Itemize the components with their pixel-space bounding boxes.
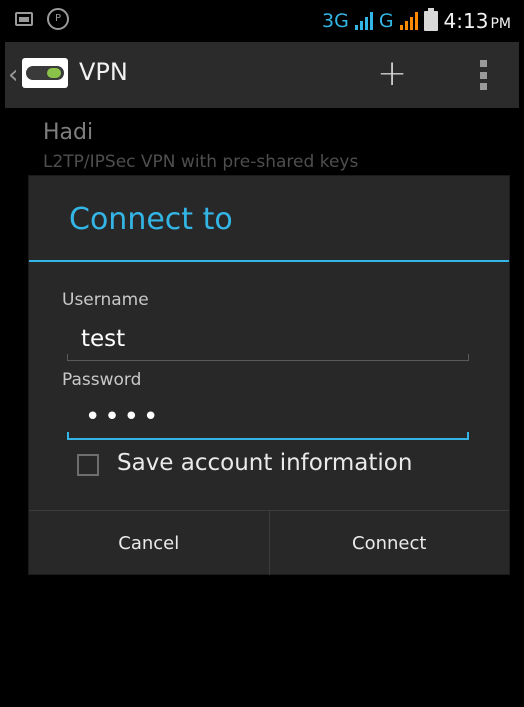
cancel-button[interactable]: Cancel bbox=[29, 511, 269, 575]
p-circle-icon: P bbox=[47, 8, 69, 30]
password-field[interactable]: •••• bbox=[67, 402, 469, 440]
username-label: Username bbox=[62, 290, 149, 310]
add-icon[interactable]: + bbox=[377, 56, 407, 92]
action-bar: ‹ VPN + bbox=[5, 42, 519, 108]
connect-dialog: Connect to Username test Password •••• S… bbox=[29, 176, 509, 575]
connect-button[interactable]: Connect bbox=[268, 511, 510, 575]
save-account-label[interactable]: Save account information bbox=[117, 450, 412, 476]
action-bar-title: VPN bbox=[79, 58, 128, 86]
back-caret-icon[interactable]: ‹ bbox=[8, 60, 18, 90]
clock-ampm: PM bbox=[490, 16, 511, 32]
password-label: Password bbox=[62, 370, 142, 390]
signal-bars-icon bbox=[399, 12, 418, 30]
username-value: test bbox=[81, 326, 126, 352]
status-right-cluster: 3G G 4:13 PM bbox=[322, 6, 511, 36]
image-notification-icon bbox=[15, 12, 33, 26]
save-account-checkbox[interactable] bbox=[77, 454, 99, 476]
network-type-g: G bbox=[378, 10, 394, 32]
dialog-title: Connect to bbox=[69, 202, 233, 237]
phone-screen: P 3G G 4:13 PM ‹ VPN + Hadi L2TP/IPSec VP… bbox=[5, 0, 519, 707]
overflow-menu-icon[interactable] bbox=[480, 60, 488, 90]
clock-time: 4:13 bbox=[443, 9, 489, 33]
status-bar: P 3G G 4:13 PM bbox=[5, 0, 519, 42]
vpn-toggle-icon[interactable] bbox=[22, 58, 68, 88]
signal-bars-icon bbox=[354, 12, 373, 30]
battery-icon bbox=[423, 8, 438, 31]
username-field[interactable]: test bbox=[67, 324, 469, 361]
network-type-3g: 3G bbox=[322, 10, 349, 32]
dialog-title-divider bbox=[29, 260, 509, 262]
password-value: •••• bbox=[85, 402, 163, 432]
clock: 4:13 PM bbox=[444, 9, 511, 33]
dialog-button-bar: Cancel Connect bbox=[29, 510, 509, 575]
